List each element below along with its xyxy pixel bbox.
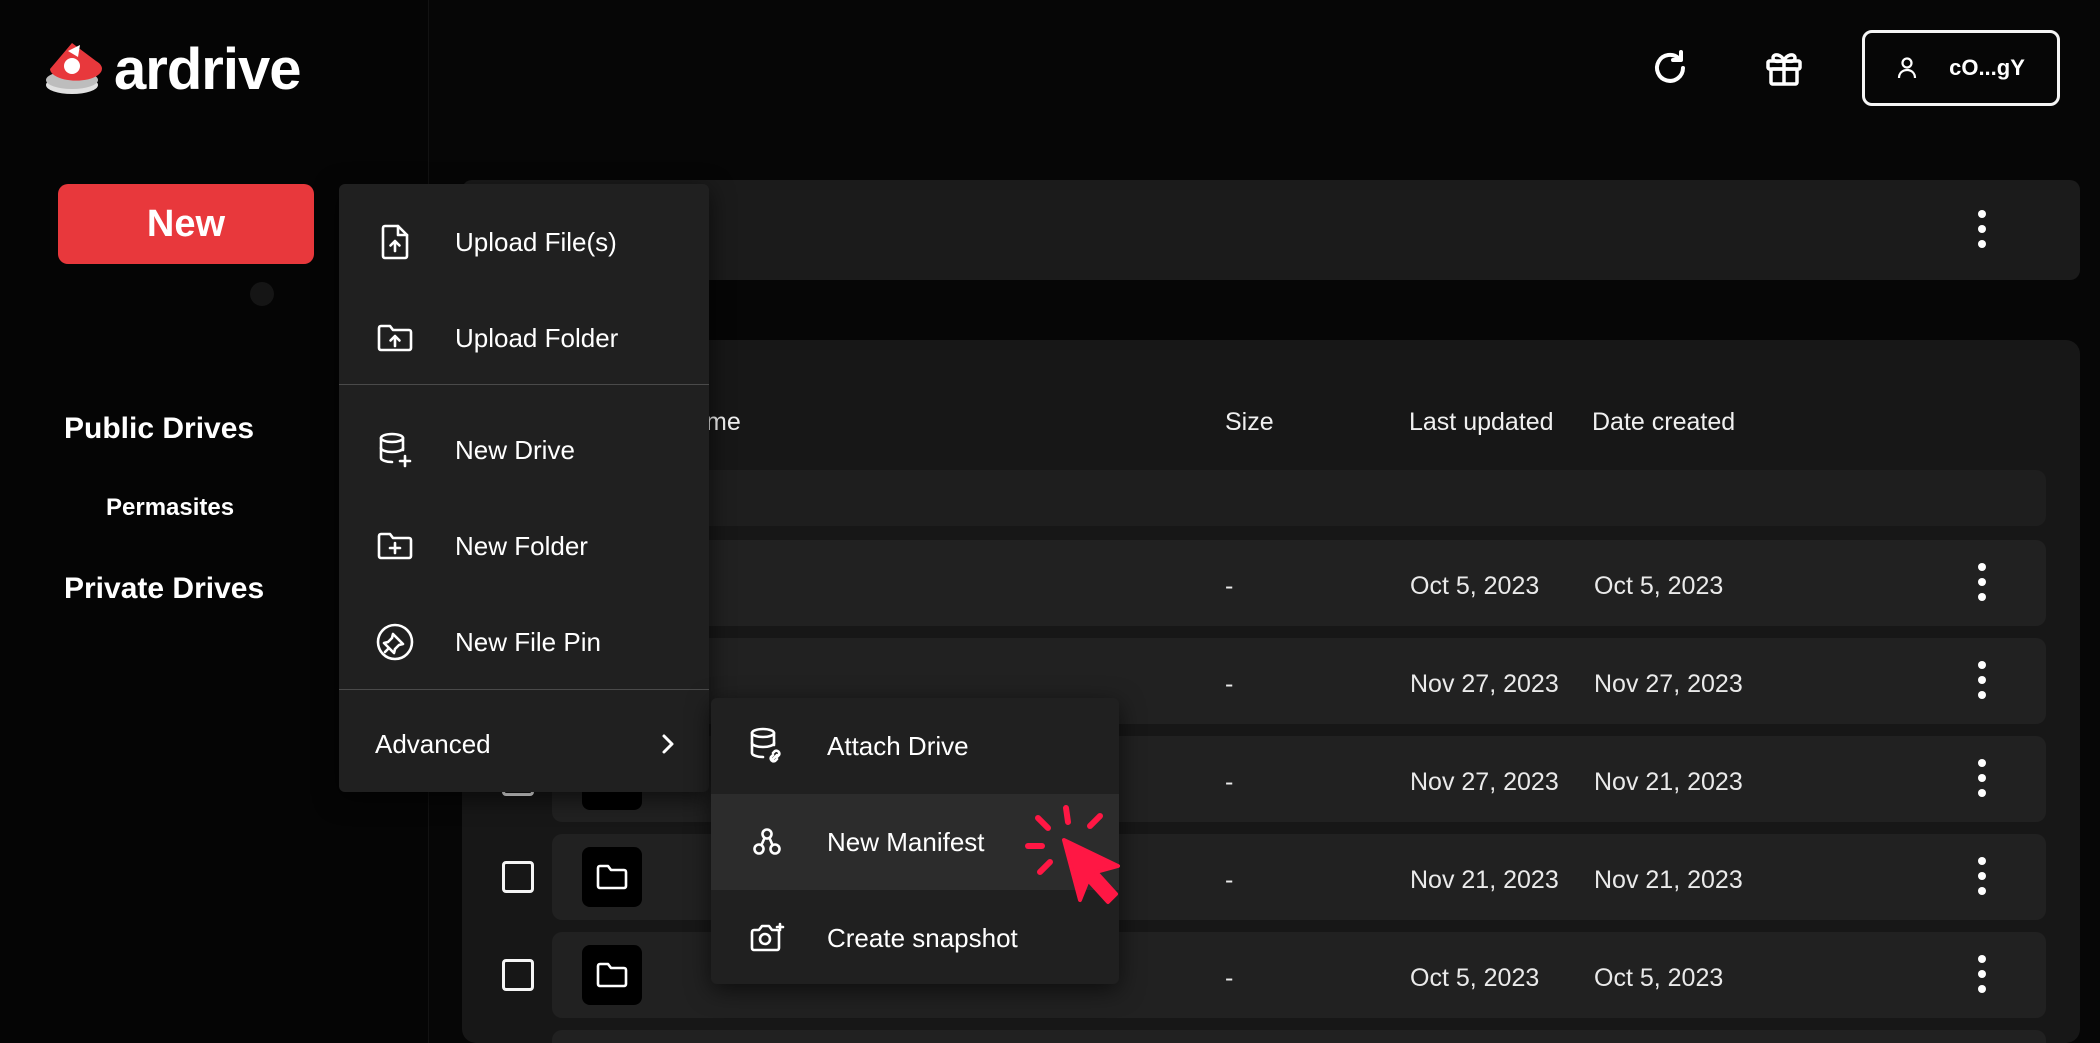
menu-advanced[interactable]: Advanced	[375, 716, 675, 772]
new-button[interactable]: New	[58, 184, 314, 264]
click-cursor-icon	[1024, 802, 1134, 912]
table-row-partial[interactable]	[552, 470, 2046, 526]
menu-attach-drive[interactable]: Attach Drive	[747, 718, 969, 774]
row-more-icon[interactable]	[1962, 655, 2002, 705]
menu-create-snapshot-label: Create snapshot	[827, 922, 1018, 953]
header-name[interactable]: me	[706, 408, 741, 437]
profile-label: cO...gY	[1949, 55, 2025, 80]
cell-date-created: Nov 21, 2023	[1594, 768, 1743, 796]
user-icon	[1897, 57, 1917, 79]
menu-divider	[339, 384, 709, 385]
nav-permasites[interactable]: Permasites	[106, 494, 234, 522]
table-row-partial[interactable]	[552, 1030, 2046, 1043]
menu-new-drive[interactable]: New Drive	[375, 422, 575, 478]
camera-plus-icon	[747, 922, 787, 954]
menu-new-folder-label: New Folder	[455, 530, 588, 561]
folder-icon	[582, 945, 642, 1005]
menu-new-manifest[interactable]: New Manifest	[747, 814, 985, 870]
header-size[interactable]: Size	[1225, 408, 1274, 437]
header-last-updated[interactable]: Last updated	[1409, 408, 1554, 437]
row-more-icon[interactable]	[1962, 753, 2002, 803]
folder-icon	[582, 847, 642, 907]
cell-size: -	[1225, 768, 1234, 796]
cell-date-created: Nov 21, 2023	[1594, 866, 1743, 894]
menu-attach-drive-label: Attach Drive	[827, 730, 969, 761]
cell-size: -	[1225, 670, 1234, 698]
menu-create-snapshot[interactable]: Create snapshot	[747, 910, 1018, 966]
gift-icon[interactable]	[1756, 40, 1812, 96]
chevron-right-icon	[661, 733, 675, 755]
cell-last-updated: Oct 5, 2023	[1410, 964, 1540, 992]
cell-last-updated: Oct 5, 2023	[1410, 572, 1540, 600]
attach-drive-icon	[747, 727, 787, 765]
ardrive-logo-icon	[44, 39, 102, 101]
manifest-icon	[747, 827, 787, 857]
menu-upload-files-label: Upload File(s)	[455, 226, 617, 257]
refresh-icon[interactable]	[1642, 40, 1698, 96]
cell-date-created: Nov 27, 2023	[1594, 670, 1743, 698]
pin-icon	[375, 623, 415, 661]
collapse-dot	[250, 282, 274, 306]
menu-upload-folder-label: Upload Folder	[455, 322, 619, 353]
new-drive-icon	[375, 432, 415, 468]
cell-last-updated: Nov 21, 2023	[1410, 866, 1559, 894]
table-row[interactable]	[552, 540, 2046, 626]
header-date-created[interactable]: Date created	[1592, 408, 1735, 437]
row-checkbox[interactable]	[502, 861, 534, 893]
nav-private-drives[interactable]: Private Drives	[64, 572, 264, 606]
menu-new-file-pin[interactable]: New File Pin	[375, 614, 601, 670]
cell-size: -	[1225, 572, 1234, 600]
menu-new-drive-label: New Drive	[455, 434, 575, 465]
menu-new-file-pin-label: New File Pin	[455, 626, 601, 657]
menu-upload-folder[interactable]: Upload Folder	[375, 310, 618, 366]
cell-size: -	[1225, 964, 1234, 992]
app-logo[interactable]: ardrive	[44, 36, 301, 103]
drive-more-icon[interactable]	[1962, 204, 2002, 254]
profile-button[interactable]: cO...gY	[1862, 30, 2060, 106]
menu-new-manifest-label: New Manifest	[827, 826, 985, 857]
row-more-icon[interactable]	[1962, 851, 2002, 901]
menu-upload-files[interactable]: Upload File(s)	[375, 214, 617, 270]
row-more-icon[interactable]	[1962, 557, 2002, 607]
menu-advanced-label: Advanced	[375, 728, 491, 759]
cell-last-updated: Nov 27, 2023	[1410, 670, 1559, 698]
row-checkbox[interactable]	[502, 959, 534, 991]
new-folder-icon	[375, 531, 415, 561]
cell-date-created: Oct 5, 2023	[1594, 572, 1724, 600]
upload-folder-icon	[375, 323, 415, 353]
row-more-icon[interactable]	[1962, 949, 2002, 999]
menu-divider	[339, 689, 709, 690]
cell-last-updated: Nov 27, 2023	[1410, 768, 1559, 796]
logo-text: ardrive	[114, 37, 301, 102]
new-menu: Upload File(s) Upload Folder New Drive N…	[339, 184, 709, 792]
upload-file-icon	[375, 224, 415, 260]
cell-date-created: Oct 5, 2023	[1594, 964, 1724, 992]
cell-size: -	[1225, 866, 1234, 894]
menu-new-folder[interactable]: New Folder	[375, 518, 588, 574]
nav-public-drives[interactable]: Public Drives	[64, 412, 254, 446]
